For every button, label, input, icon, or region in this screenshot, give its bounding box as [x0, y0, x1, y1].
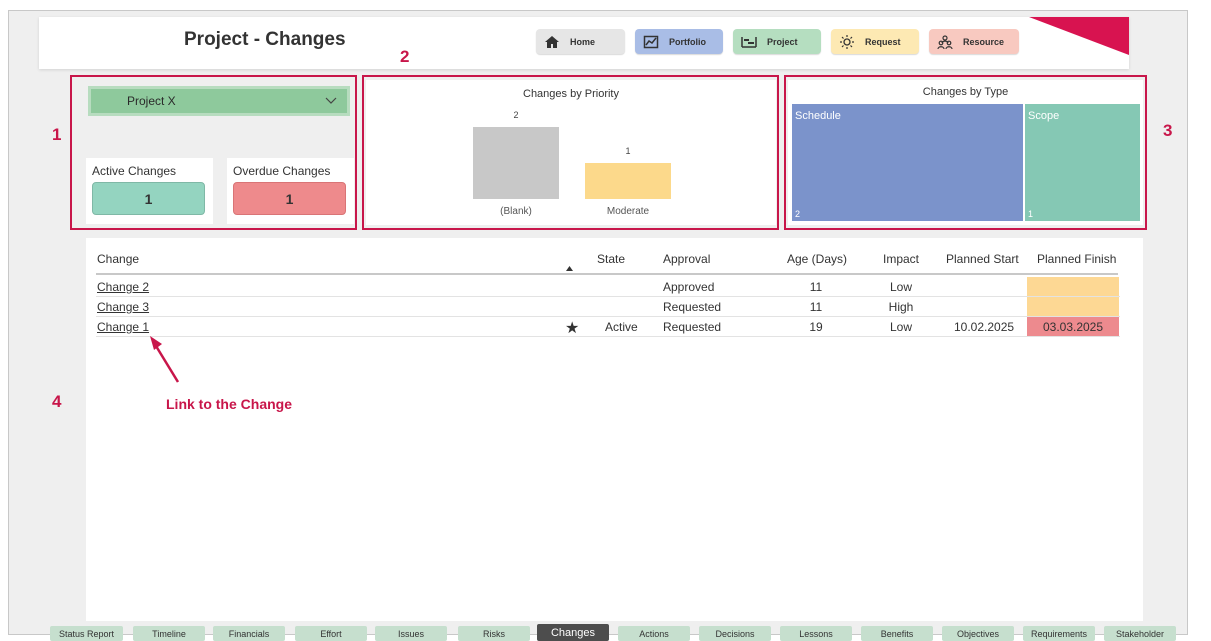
tab-effort[interactable]: Effort: [295, 626, 367, 641]
request-button[interactable]: Request: [831, 29, 919, 54]
annotation-arrow: [150, 336, 180, 383]
star-icon: ★: [565, 320, 580, 337]
project-button[interactable]: Project: [733, 29, 821, 54]
annotation-box-1: [70, 75, 357, 230]
tab-lessons[interactable]: Lessons: [780, 626, 852, 641]
table-row: Change 2 Approved 11 Low: [96, 277, 1120, 297]
col-header-planned-start[interactable]: Planned Start: [946, 252, 1019, 266]
portfolio-icon: [643, 35, 659, 48]
annotation-number-2: 2: [400, 47, 410, 66]
planned-finish-cell: 03.03.2025: [1027, 317, 1119, 337]
people-icon: [937, 34, 953, 49]
annotation-link-label: Link to the Change: [166, 396, 292, 412]
home-icon: [545, 35, 559, 48]
annotation-box-3: [784, 75, 1147, 230]
home-label: Home: [570, 36, 596, 47]
portfolio-label: Portfolio: [669, 36, 706, 47]
sort-ascending-icon[interactable]: [566, 266, 573, 271]
home-button[interactable]: Home: [536, 29, 625, 54]
brand-corner: [1029, 17, 1129, 55]
table-row: Change 3 Requested 11 High: [96, 297, 1120, 317]
col-header-change[interactable]: Change: [97, 252, 139, 266]
tab-changes[interactable]: Changes: [537, 624, 609, 641]
tab-financials[interactable]: Financials: [213, 626, 285, 641]
tab-decisions[interactable]: Decisions: [699, 626, 771, 641]
lightbulb-icon: [840, 34, 854, 49]
annotation-number-3: 3: [1163, 121, 1173, 140]
age-cell: 11: [809, 300, 823, 314]
project-icon: [741, 36, 757, 48]
approval-cell: Approved: [663, 280, 715, 294]
annotation-number-4: 4: [52, 392, 62, 411]
header-bar: Project - Changes Home Portfolio Project…: [39, 17, 1129, 69]
change-link[interactable]: Change 3: [97, 300, 149, 314]
col-header-planned-finish[interactable]: Planned Finish: [1037, 252, 1116, 266]
tab-stakeholder[interactable]: Stakeholder: [1104, 626, 1176, 641]
resource-label: Resource: [963, 36, 1005, 47]
tab-requirements[interactable]: Requirements: [1023, 626, 1095, 641]
planned-start-cell: 10.02.2025: [954, 320, 1015, 334]
header-divider: [96, 273, 1118, 275]
change-link[interactable]: Change 2: [97, 280, 149, 294]
tab-benefits[interactable]: Benefits: [861, 626, 933, 641]
annotation-number-1: 1: [52, 125, 62, 144]
col-header-age[interactable]: Age (Days): [787, 252, 847, 266]
tab-timeline[interactable]: Timeline: [133, 626, 205, 641]
changes-table: Change State Approval Age (Days) Impact …: [86, 238, 1143, 621]
age-cell: 19: [809, 320, 823, 334]
state-cell: Active: [605, 320, 638, 334]
tab-issues[interactable]: Issues: [375, 626, 447, 641]
planned-finish-cell: [1027, 297, 1119, 317]
planned-finish-cell: [1027, 277, 1119, 297]
tab-objectives[interactable]: Objectives: [942, 626, 1014, 641]
resource-button[interactable]: Resource: [929, 29, 1019, 54]
page-title: Project - Changes: [184, 29, 346, 50]
page-tabs: Status Report Timeline Financials Effort Iss…: [0, 624, 1211, 641]
tab-actions[interactable]: Actions: [618, 626, 690, 641]
impact-cell: Low: [889, 280, 912, 294]
portfolio-button[interactable]: Portfolio: [635, 29, 723, 54]
change-link[interactable]: Change 1: [97, 320, 149, 334]
col-header-state[interactable]: State: [597, 252, 625, 266]
project-label: Project: [767, 36, 798, 47]
col-header-approval[interactable]: Approval: [663, 252, 710, 266]
impact-cell: High: [888, 300, 914, 314]
approval-cell: Requested: [663, 320, 722, 334]
row-divider: [96, 336, 1120, 337]
tab-risks[interactable]: Risks: [458, 626, 530, 641]
age-cell: 11: [809, 280, 823, 294]
tab-status-report[interactable]: Status Report: [50, 626, 123, 641]
table-row: Change 1 ★ Active Requested 19 Low 10.02.2025 0…: [96, 317, 1120, 337]
annotation-box-2: [362, 75, 779, 230]
impact-cell: Low: [889, 320, 912, 334]
approval-cell: Requested: [663, 300, 722, 314]
col-header-impact[interactable]: Impact: [883, 252, 919, 266]
request-label: Request: [865, 36, 901, 47]
